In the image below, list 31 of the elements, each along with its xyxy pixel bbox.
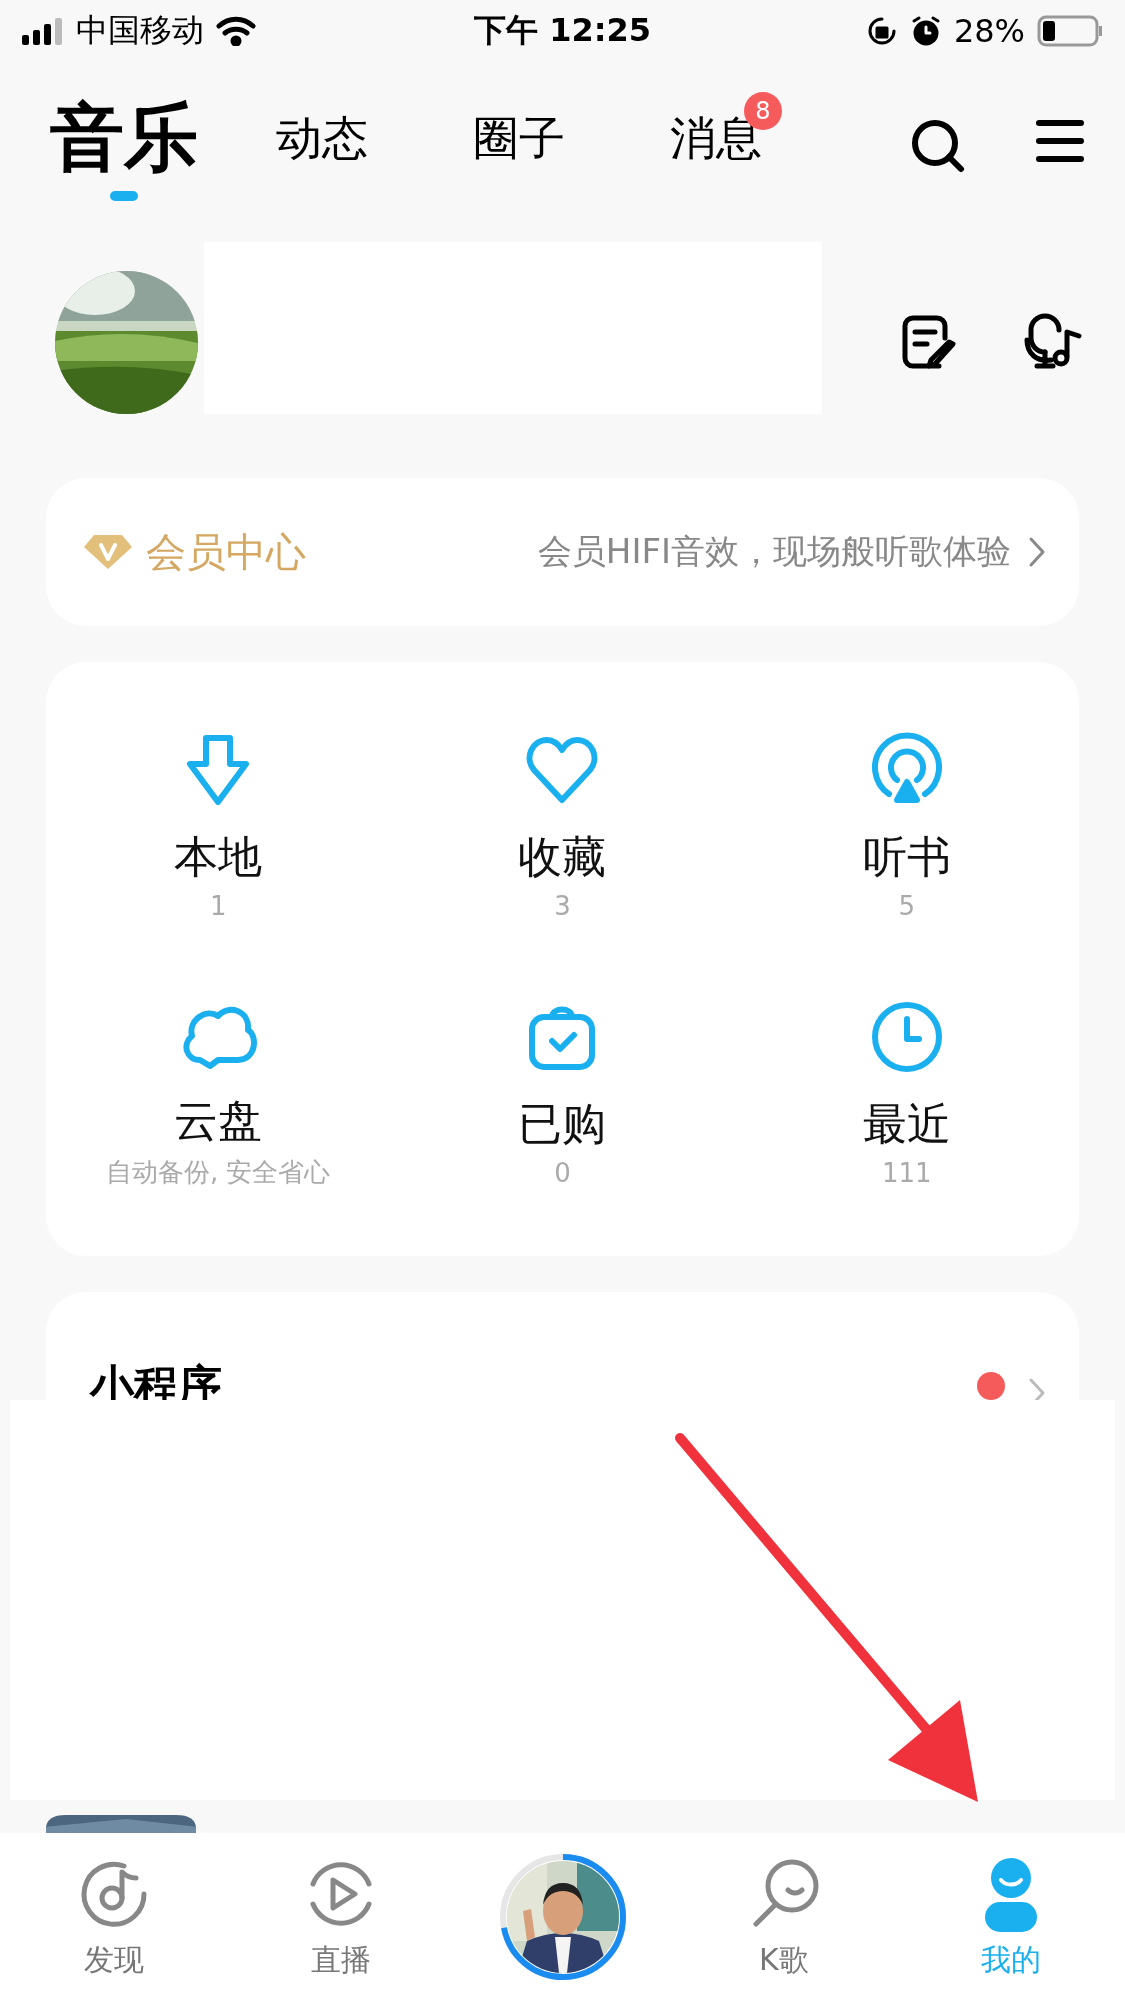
shortcut-label[interactable]: 收藏 [518, 828, 607, 888]
tab-indicator [110, 191, 138, 202]
wifi-icon [216, 15, 256, 46]
clock-time: 下午 12:25 [474, 9, 651, 51]
diamond-icon [84, 533, 132, 572]
nav-tab[interactable]: 发现 [0, 1852, 228, 1982]
signal-icon [22, 16, 64, 45]
vip-banner[interactable]: 会员中心 会员HIFI音效，现场般听歌体验 [46, 478, 1079, 627]
shortcut-count: 3 [554, 891, 571, 922]
search-icon[interactable] [909, 117, 965, 174]
battery-percent: 28% [953, 11, 1025, 50]
shortcut-count: 0 [554, 1157, 571, 1188]
carrier-name: 中国移动 [76, 9, 204, 51]
battery-icon [1037, 14, 1103, 47]
tab[interactable]: 圈子 [473, 108, 565, 171]
vip-subtitle: 会员HIFI音效，现场般听歌体验 [537, 530, 1011, 574]
shortcut-label[interactable]: 听书 [862, 828, 951, 888]
shortcut-count: 1 [209, 891, 227, 922]
vip-title: 会员中心 [146, 527, 306, 577]
tab[interactable]: 动态 [276, 108, 368, 171]
tab[interactable]: 音乐 [50, 89, 198, 190]
now-playing-button[interactable] [498, 1853, 627, 1982]
shortcut-label[interactable]: 云盘 [174, 1092, 263, 1152]
nav-tab[interactable]: 直播 [227, 1852, 455, 1982]
shortcut-label[interactable]: 最近 [862, 1094, 951, 1154]
shortcut-count: 111 [882, 1157, 932, 1188]
shortcut-count: 5 [898, 891, 916, 922]
shortcut-label[interactable]: 已购 [518, 1094, 607, 1154]
shortcut-count: 自动备份, 安全省心 [105, 1156, 331, 1190]
nav-tab[interactable]: K歌 [670, 1852, 898, 1982]
shortcut-label[interactable]: 本地 [174, 828, 263, 888]
